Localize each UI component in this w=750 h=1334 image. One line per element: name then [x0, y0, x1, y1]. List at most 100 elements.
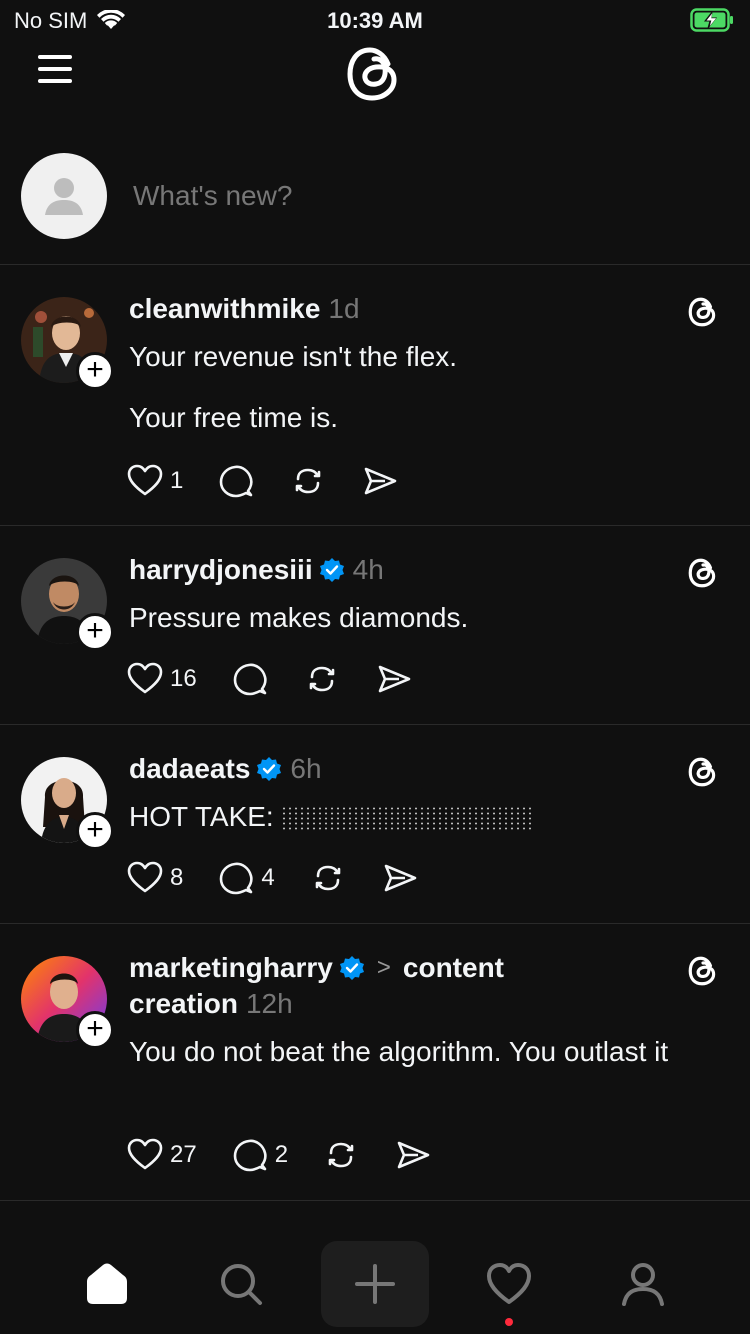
- heart-icon: [127, 861, 163, 893]
- comment-icon: [220, 862, 254, 895]
- send-icon: [397, 1141, 430, 1169]
- comment-icon: [233, 1139, 267, 1172]
- topic-tag-continued[interactable]: creation: [129, 988, 238, 1020]
- repost-button[interactable]: [322, 1136, 360, 1174]
- post-header: dadaeats 6h: [129, 753, 322, 785]
- post[interactable]: + marketingharry > content creation 12h …: [0, 924, 750, 1201]
- reply-button[interactable]: 4: [217, 859, 275, 897]
- post-actions: 27 2: [126, 1135, 466, 1175]
- send-icon: [384, 864, 417, 892]
- share-button[interactable]: [394, 1136, 432, 1174]
- plus-icon: [355, 1264, 395, 1304]
- like-button[interactable]: 8: [126, 859, 183, 897]
- like-button[interactable]: 1: [126, 462, 183, 500]
- verified-badge-icon: [257, 757, 282, 781]
- notification-dot: [505, 1318, 513, 1326]
- post-text: You do not beat the algorithm. You outla…: [129, 1036, 669, 1067]
- spoiler-text[interactable]: [281, 805, 532, 832]
- post-header: marketingharry > content: [129, 952, 504, 984]
- bottom-nav: [0, 1234, 750, 1334]
- username[interactable]: cleanwithmike: [129, 293, 320, 325]
- post-text: Your free time is.: [129, 402, 339, 433]
- post-header: cleanwithmike 1d: [129, 293, 360, 325]
- like-count: 27: [170, 1141, 197, 1168]
- follow-button[interactable]: +: [76, 613, 114, 651]
- repost-button[interactable]: [303, 660, 341, 698]
- verified-badge-icon: [319, 558, 344, 582]
- post-time: 6h: [290, 753, 322, 784]
- home-icon: [87, 1263, 127, 1304]
- follow-button[interactable]: +: [76, 1011, 114, 1049]
- follow-button[interactable]: +: [76, 812, 114, 850]
- comment-icon: [233, 663, 267, 696]
- threads-icon[interactable]: [686, 755, 720, 789]
- nav-home[interactable]: [67, 1244, 147, 1324]
- post[interactable]: + cleanwithmike 1d Your revenue isn't th…: [0, 265, 750, 526]
- reply-button[interactable]: 2: [231, 1136, 288, 1174]
- repost-icon: [309, 666, 335, 692]
- topic-tag[interactable]: content: [403, 952, 504, 984]
- post-actions: 1: [126, 461, 433, 501]
- search-icon: [221, 1264, 262, 1305]
- threads-icon[interactable]: [686, 954, 720, 988]
- reply-button[interactable]: [217, 462, 255, 500]
- heart-icon: [487, 1263, 531, 1304]
- username[interactable]: dadaeats: [129, 753, 250, 785]
- reply-count: 4: [261, 864, 275, 891]
- nav-search[interactable]: [201, 1244, 281, 1324]
- like-count: 1: [170, 467, 184, 494]
- nav-profile[interactable]: [603, 1244, 683, 1324]
- repost-icon: [328, 1142, 354, 1168]
- post-time: 4h: [352, 554, 384, 585]
- post[interactable]: + dadaeats 6h HOT TAKE: 8 4: [0, 725, 750, 924]
- chevron-right-icon: >: [376, 954, 391, 981]
- avatar: [21, 153, 107, 239]
- username[interactable]: marketingharry: [129, 952, 333, 984]
- like-button[interactable]: 27: [126, 1136, 197, 1174]
- threads-logo-icon[interactable]: [342, 42, 406, 106]
- post-header-line2: creation 12h: [129, 988, 293, 1020]
- reply-count: 2: [274, 1141, 289, 1168]
- share-button[interactable]: [375, 660, 413, 698]
- status-bar: No SIM 10:39 AM: [0, 0, 750, 40]
- share-button[interactable]: [361, 462, 399, 500]
- post-time: 12h: [245, 988, 293, 1019]
- plus-icon: +: [86, 812, 104, 846]
- menu-icon: [38, 55, 72, 83]
- composer-placeholder[interactable]: What's new?: [133, 180, 292, 212]
- like-count: 16: [170, 665, 197, 692]
- nav-activity[interactable]: [469, 1244, 549, 1324]
- post-time: 1d: [328, 293, 360, 324]
- threads-icon[interactable]: [686, 295, 720, 329]
- nav-create[interactable]: [321, 1241, 429, 1327]
- repost-button[interactable]: [309, 859, 347, 897]
- clock: 10:39 AM: [327, 8, 423, 33]
- post[interactable]: + harrydjonesiii 4h Pressure makes diamo…: [0, 526, 750, 725]
- send-icon: [378, 665, 411, 693]
- post-text: Pressure makes diamonds.: [129, 602, 469, 633]
- repost-button[interactable]: [289, 462, 327, 500]
- battery-charging-icon: [690, 8, 734, 37]
- share-button[interactable]: [381, 859, 419, 897]
- post-text: HOT TAKE:: [129, 796, 710, 838]
- post-text: Your revenue isn't the flex.: [129, 341, 458, 372]
- like-button[interactable]: 16: [126, 660, 197, 698]
- menu-button[interactable]: [36, 52, 76, 86]
- plus-icon: +: [86, 352, 104, 386]
- repost-icon: [296, 468, 321, 494]
- like-count: 8: [170, 864, 184, 891]
- profile-icon: [622, 1263, 664, 1306]
- follow-button[interactable]: +: [76, 352, 114, 390]
- reply-button[interactable]: [231, 660, 269, 698]
- heart-icon: [127, 464, 163, 496]
- heart-icon: [127, 662, 163, 694]
- plus-icon: +: [86, 613, 104, 647]
- post-actions: 16: [126, 659, 447, 699]
- plus-icon: +: [86, 1011, 104, 1045]
- repost-icon: [315, 865, 341, 891]
- post-actions: 8 4: [126, 858, 453, 898]
- comment-icon: [220, 465, 254, 498]
- composer[interactable]: What's new?: [0, 140, 750, 265]
- username[interactable]: harrydjonesiii: [129, 554, 313, 586]
- threads-icon[interactable]: [686, 556, 720, 590]
